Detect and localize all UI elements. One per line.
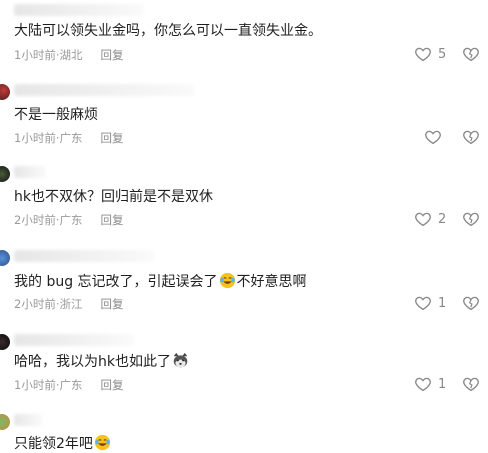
heart-icon	[415, 47, 431, 62]
avatar[interactable]	[0, 334, 10, 350]
avatar[interactable]	[0, 84, 10, 100]
reply-button[interactable]: 回复	[100, 47, 123, 63]
comment-meta: 2小时前 · 广东 回复	[14, 212, 123, 228]
heart-icon	[425, 130, 441, 145]
comment-text-part: 只能领2年吧	[14, 436, 93, 452]
comment-text: 哈哈，我以为hk也如此了	[14, 352, 190, 371]
comment-meta: 1小时前 · 广东 回复	[14, 130, 123, 146]
laughing-crying-emoji	[94, 434, 111, 451]
avatar[interactable]	[0, 414, 10, 430]
comment-location: 广东	[59, 131, 83, 145]
comment-text: 不是一般麻烦	[14, 107, 98, 123]
heart-icon	[415, 377, 431, 392]
comment-text-part: 我的 bug 忘记改了，引起误会了	[14, 274, 218, 290]
comment-time: 1小时前	[14, 131, 56, 145]
heart-icon	[415, 296, 431, 311]
avatar[interactable]	[0, 166, 10, 182]
like-button[interactable]: 1	[414, 294, 446, 312]
comment-meta: 1小时前 · 广东 回复	[14, 377, 123, 393]
laughing-crying-emoji	[219, 272, 235, 289]
comment-location: 广东	[59, 213, 83, 227]
like-button[interactable]: 1	[414, 375, 446, 393]
like-count: 5	[438, 46, 447, 62]
dislike-heart-icon[interactable]	[462, 294, 480, 312]
username-blurred[interactable]	[14, 166, 46, 178]
dislike-heart-icon[interactable]	[462, 210, 480, 228]
comment-location: 湖北	[59, 48, 83, 62]
like-count: 1	[438, 376, 447, 392]
dislike-heart-icon[interactable]	[462, 128, 480, 146]
like-button[interactable]: 2	[414, 210, 446, 228]
dislike-heart-icon[interactable]	[462, 375, 480, 393]
comment-text: 只能领2年吧	[14, 434, 112, 453]
reply-button[interactable]: 回复	[100, 377, 123, 393]
husky-emoji	[173, 352, 188, 368]
comment-time: 2小时前	[14, 213, 56, 227]
username-blurred[interactable]	[14, 334, 134, 346]
username-blurred[interactable]	[14, 84, 194, 96]
comment-meta: 2小时前 · 浙江 回复	[14, 296, 123, 312]
comment-location: 广东	[59, 378, 83, 392]
reply-button[interactable]: 回复	[100, 212, 123, 228]
username-blurred[interactable]	[14, 414, 42, 426]
username-blurred[interactable]	[14, 250, 154, 262]
comment-text: 大陆可以领失业金吗，你怎么可以一直领失业金。	[14, 23, 322, 39]
like-count: 1	[438, 295, 447, 311]
like-count: 2	[438, 211, 447, 227]
comment-time: 2小时前	[14, 297, 56, 311]
comment-text: 我的 bug 忘记改了，引起误会了 不好意思啊	[14, 272, 307, 291]
comment-time: 1小时前	[14, 48, 56, 62]
username-blurred[interactable]	[14, 4, 144, 16]
comment-text-part: 不好意思啊	[236, 274, 307, 290]
reply-button[interactable]: 回复	[100, 130, 123, 146]
comment-text-part: 哈哈，我以为hk也如此了	[14, 354, 171, 370]
heart-icon	[415, 212, 431, 227]
avatar[interactable]	[0, 250, 10, 266]
comment-text: hk也不双休？回归前是不是双休	[14, 189, 213, 205]
comment-location: 浙江	[59, 297, 83, 311]
like-button[interactable]	[424, 128, 442, 146]
comment-time: 1小时前	[14, 378, 56, 392]
like-button[interactable]: 5	[414, 45, 446, 63]
comment-meta: 1小时前 · 湖北 回复	[14, 47, 123, 63]
dislike-heart-icon[interactable]	[462, 45, 480, 63]
reply-button[interactable]: 回复	[100, 296, 123, 312]
